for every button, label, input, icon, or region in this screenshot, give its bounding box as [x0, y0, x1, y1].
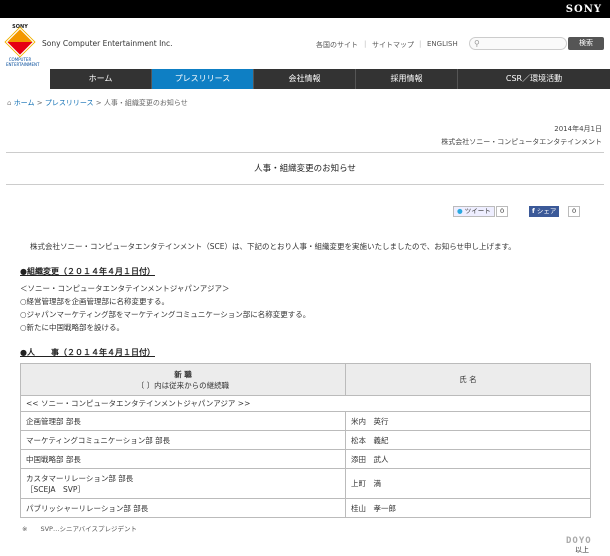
- breadcrumb-current: 人事・組織変更のお知らせ: [103, 99, 188, 107]
- intro-text: 株式会社ソニー・コンピュータエンタテインメント（SCE）は、下記のとおり人事・組…: [30, 242, 516, 251]
- closing-mark: 以上: [575, 546, 589, 554]
- col-header-name: 氏 名: [345, 363, 591, 396]
- nav-tab-careers[interactable]: 採用情報: [356, 69, 458, 89]
- table-row: 企画管理部 部長 米内 英行: [20, 411, 591, 431]
- util-link-sitemap[interactable]: サイトマップ: [372, 40, 414, 50]
- sony-logo[interactable]: SONY: [566, 4, 602, 15]
- divider: [6, 184, 604, 185]
- util-link-global[interactable]: 各国のサイト: [316, 40, 358, 50]
- tweet-button[interactable]: ● ツイート: [453, 206, 495, 217]
- company-name: Sony Computer Entertainment Inc.: [42, 39, 173, 48]
- position-cell: パブリッシャーリレーション部 部長: [20, 498, 346, 518]
- table-group-label: << ソニー・コンピュータエンタテインメントジャパンアジア >>: [20, 395, 591, 412]
- twitter-icon: ●: [457, 207, 463, 215]
- search-box: ⚲: [469, 37, 567, 50]
- util-link-english[interactable]: ENGLISH: [427, 40, 458, 48]
- position-cell: 中国戦略部 部長: [20, 449, 346, 469]
- nav-tab-home[interactable]: ホーム: [50, 69, 152, 89]
- position-cell: マーケティングコミュニケーション部 部長: [20, 430, 346, 450]
- sony-top-bar: SONY: [0, 0, 610, 18]
- name-cell: 上町 満: [345, 468, 591, 499]
- name-cell: 添田 武人: [345, 449, 591, 469]
- position-cell: 企画管理部 部長: [20, 411, 346, 431]
- home-icon: ⌂: [7, 99, 12, 107]
- search-input[interactable]: [484, 39, 564, 48]
- search-icon: ⚲: [474, 39, 480, 48]
- breadcrumb-separator: >: [95, 99, 102, 107]
- section-heading-personnel: ●人 事（２０１４年４月１日付）: [20, 348, 155, 357]
- org-line: ○新たに中国戦略部を設ける。: [20, 323, 125, 332]
- sce-logo-subtext: COMPUTER ENTERTAINMENT: [6, 57, 40, 67]
- table-row: マーケティングコミュニケーション部 部長 松本 義紀: [20, 430, 591, 450]
- facebook-icon: f: [532, 207, 535, 215]
- tweet-count: 0: [496, 206, 509, 217]
- col-header-position-sub: 〔 〕内は従来からの継続職: [136, 380, 230, 390]
- util-separator: |: [364, 40, 367, 48]
- col-header-position: 新 職 〔 〕内は従来からの継続職: [20, 363, 346, 396]
- name-cell: 桂山 孝一郎: [345, 498, 591, 518]
- nav-tab-company[interactable]: 会社情報: [254, 69, 356, 89]
- breadcrumb-press[interactable]: プレスリリース: [45, 99, 94, 107]
- util-separator: |: [419, 40, 422, 48]
- table-row: パブリッシャーリレーション部 部長 桂山 孝一郎: [20, 498, 591, 518]
- table-row: カスタマーリレーション部 部長 ［SCEJA SVP］ 上町 満: [20, 468, 591, 499]
- breadcrumb: ⌂ ホーム > プレスリリース > 人事・組織変更のお知らせ: [7, 98, 188, 108]
- search-button[interactable]: 検索: [568, 37, 604, 50]
- table-row: 中国戦略部 部長 添田 武人: [20, 449, 591, 469]
- main-nav: ホーム プレスリリース 会社情報 採用情報 CSR／環境活動: [50, 69, 610, 89]
- release-date: 2014年4月1日: [554, 125, 602, 133]
- table-header-row: 新 職 〔 〕内は従来からの継続職 氏 名: [20, 363, 591, 396]
- position-line-sub: ［SCEJA SVP］: [26, 484, 85, 494]
- section-heading-org: ●組織変更（２０１４年４月１日付）: [20, 267, 155, 276]
- personnel-table: 新 職 〔 〕内は従来からの継続職 氏 名 << ソニー・コンピュータエンタテイ…: [20, 363, 591, 518]
- nav-tab-csr[interactable]: CSR／環境活動: [458, 69, 610, 89]
- breadcrumb-separator: >: [36, 99, 43, 107]
- sce-logo[interactable]: SONY COMPUTER ENTERTAINMENT: [5, 24, 40, 67]
- name-cell: 米内 英行: [345, 411, 591, 431]
- facebook-share-button[interactable]: f シェア: [529, 206, 560, 217]
- release-company: 株式会社ソニー・コンピュータエンタテインメント: [441, 138, 602, 146]
- divider: [6, 152, 604, 153]
- col-header-position-title: 新 職: [174, 369, 192, 379]
- org-line: ○経営管理部を企画管理部に名称変更する。: [20, 297, 170, 306]
- position-line: カスタマーリレーション部 部長: [26, 473, 134, 483]
- position-cell: カスタマーリレーション部 部長 ［SCEJA SVP］: [20, 468, 346, 499]
- org-line: ○ジャパンマーケティング部をマーケティングコミュニケーション部に名称変更する。: [20, 310, 311, 319]
- sce-diamond-icon: [5, 27, 35, 57]
- tweet-label: ツイート: [464, 207, 491, 215]
- org-line: ＜ソニー・コンピュータエンタテインメントジャパンアジア＞: [20, 284, 230, 293]
- footnote: ※ SVP…シニアバイスプレジデント: [22, 525, 137, 533]
- nav-tab-press[interactable]: プレスリリース: [152, 69, 254, 89]
- table-group-row: << ソニー・コンピュータエンタテインメントジャパンアジア >>: [20, 395, 591, 412]
- breadcrumb-home[interactable]: ホーム: [14, 99, 35, 107]
- page-title: 人事・組織変更のお知らせ: [254, 164, 356, 174]
- name-cell: 松本 義紀: [345, 430, 591, 450]
- share-count: 0: [568, 206, 581, 217]
- share-label: シェア: [536, 207, 557, 215]
- site-header: SONY COMPUTER ENTERTAINMENT Sony Compute…: [0, 18, 610, 68]
